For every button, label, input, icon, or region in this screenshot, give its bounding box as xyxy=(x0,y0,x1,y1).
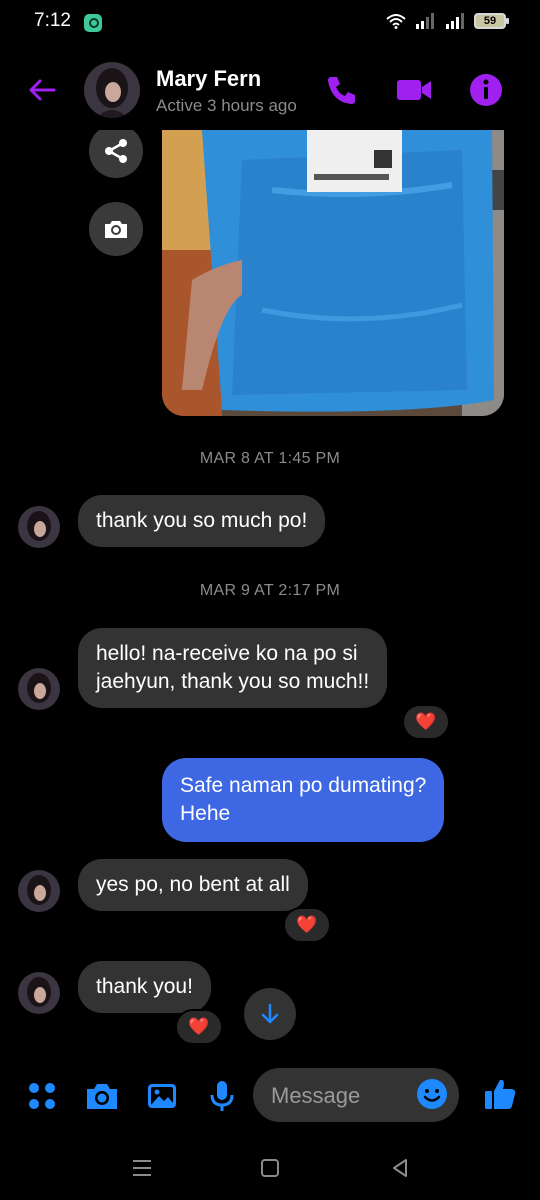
gallery-icon[interactable] xyxy=(144,1078,180,1114)
signal-icon-2 xyxy=(446,13,464,29)
share-icon xyxy=(105,139,127,163)
heart-icon: ❤️ xyxy=(296,915,318,934)
contact-name[interactable]: Mary Fern xyxy=(156,66,261,92)
photo-message[interactable] xyxy=(162,130,504,416)
incoming-message[interactable]: hello! na-receive ko na po si jaehyun, t… xyxy=(78,628,388,708)
home-icon[interactable] xyxy=(258,1156,282,1180)
incoming-message[interactable]: yes po, no bent at all xyxy=(78,859,308,911)
share-button[interactable] xyxy=(89,124,143,178)
back-icon[interactable] xyxy=(388,1156,412,1180)
heart-reaction[interactable]: ❤️ xyxy=(283,907,331,943)
back-arrow-icon[interactable] xyxy=(24,72,60,108)
sender-avatar xyxy=(18,506,60,548)
camera-icon[interactable] xyxy=(84,1078,120,1114)
message-composer: Message xyxy=(0,1064,540,1130)
message-timestamp: MAR 8 AT 1:45 PM xyxy=(199,450,341,467)
emoji-icon[interactable] xyxy=(416,1078,448,1110)
sender-avatar xyxy=(18,972,60,1014)
sender-avatar xyxy=(18,668,60,710)
message-thread[interactable]: MAR 8 AT 1:45 PM thank you so much po! M… xyxy=(0,124,540,1060)
video-icon[interactable] xyxy=(394,70,434,110)
status-indicators: 59 xyxy=(386,13,509,29)
incoming-message[interactable]: thank you so much po! xyxy=(78,495,326,547)
heart-icon: ❤️ xyxy=(415,712,437,731)
conversation-header: Mary Fern Active 3 hours ago xyxy=(0,52,540,130)
camera-reply-button[interactable] xyxy=(89,202,143,256)
heart-reaction[interactable]: ❤️ xyxy=(175,1009,223,1045)
message-timestamp: MAR 9 AT 2:17 PM xyxy=(199,582,341,599)
message-input[interactable]: Message xyxy=(253,1068,459,1122)
system-navigation-bar xyxy=(0,1140,540,1200)
status-bar: 7:12 59 xyxy=(0,0,540,46)
arrow-down-icon xyxy=(261,1003,279,1024)
microphone-icon[interactable] xyxy=(204,1078,240,1114)
app-notification-icon xyxy=(84,14,102,32)
scroll-to-bottom-button[interactable] xyxy=(244,988,296,1040)
recent-apps-icon[interactable] xyxy=(130,1156,154,1180)
battery-indicator: 59 xyxy=(474,13,509,29)
thumbs-up-icon[interactable] xyxy=(482,1076,518,1112)
heart-icon: ❤️ xyxy=(188,1017,210,1036)
info-icon[interactable] xyxy=(466,70,506,110)
phone-icon[interactable] xyxy=(322,70,362,110)
contact-active-status: Active 3 hours ago xyxy=(156,96,297,115)
message-placeholder: Message xyxy=(271,1083,361,1108)
contact-avatar[interactable] xyxy=(84,62,140,118)
sender-avatar xyxy=(18,870,60,912)
incoming-message[interactable]: thank you! xyxy=(78,961,211,1013)
wifi-icon xyxy=(386,14,406,29)
status-time: 7:12 xyxy=(34,10,71,31)
camera-icon xyxy=(105,221,127,238)
apps-grid-icon[interactable] xyxy=(24,1078,60,1114)
heart-reaction[interactable]: ❤️ xyxy=(402,704,450,740)
signal-icon xyxy=(416,13,434,29)
outgoing-message[interactable]: Safe naman po dumating? Hehe xyxy=(162,758,445,842)
